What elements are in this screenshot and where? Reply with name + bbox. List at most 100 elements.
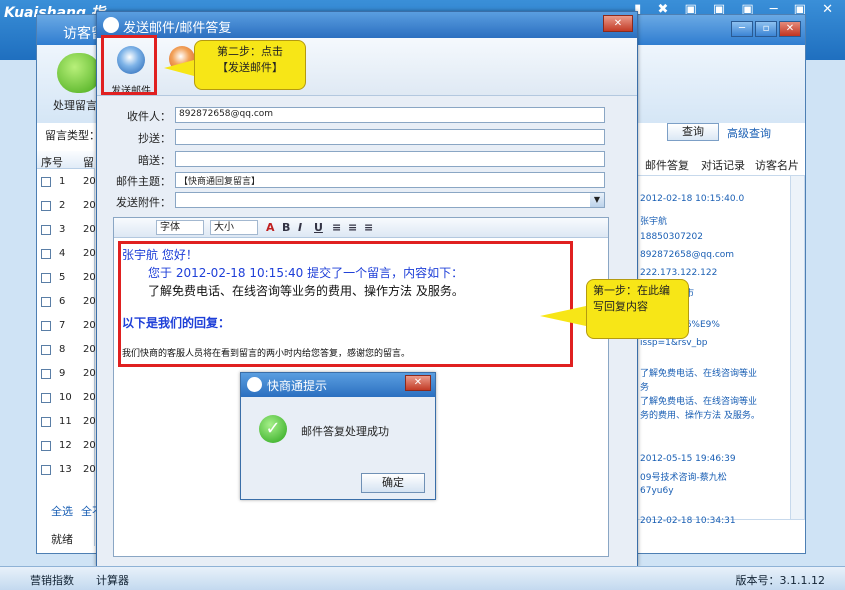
- process-message-icon[interactable]: [57, 53, 101, 93]
- font-select[interactable]: 字体: [156, 220, 204, 235]
- cc-field[interactable]: [175, 129, 605, 145]
- message-list: 序号 留 1 20 2 20 3 20 4 20 5 20 6 20 7 20 8 20 9 20 10 20 11 20…: [37, 151, 96, 546]
- cc-label: 抄送：: [138, 132, 171, 145]
- font-color-icon[interactable]: A: [266, 221, 275, 234]
- underline-icon[interactable]: U: [314, 221, 323, 234]
- maximize-button[interactable]: ▫: [755, 21, 777, 37]
- table-row[interactable]: 10 20: [37, 387, 96, 411]
- table-row[interactable]: 7 20: [37, 315, 96, 339]
- submitted-line: 您于 2012-02-18 10:15:40 提交了一个留言，内容如下：: [148, 266, 464, 280]
- row-number: 2: [59, 200, 66, 211]
- process-message-label[interactable]: 处理留言: [53, 97, 97, 113]
- row-date: 20: [83, 368, 96, 379]
- align-left-icon[interactable]: ≡: [332, 221, 341, 234]
- table-row[interactable]: 2 20: [37, 195, 96, 219]
- row-checkbox[interactable]: [41, 369, 51, 379]
- status-bar: 营销指数 计算器 版本号：3.1.1.12: [0, 566, 845, 590]
- row-number: 4: [59, 248, 66, 259]
- italic-icon[interactable]: I: [298, 221, 302, 234]
- chevron-down-icon[interactable]: ▼: [590, 193, 604, 207]
- size-select[interactable]: 大小: [210, 220, 258, 235]
- to-label: 收件人：: [127, 110, 171, 123]
- minimize-button[interactable]: ─: [731, 21, 753, 37]
- row-date: 20: [83, 224, 96, 235]
- row-checkbox[interactable]: [41, 441, 51, 451]
- detail-line: 09号技术咨询-蔡九松: [640, 473, 727, 483]
- row-number: 12: [59, 440, 72, 451]
- detail-line: 2012-02-18 10:15:40.0: [640, 194, 745, 204]
- reply-header: 以下是我们的回复：: [122, 316, 231, 330]
- table-row[interactable]: 12 20: [37, 435, 96, 459]
- checkmark-icon: ✓: [259, 415, 287, 443]
- row-date: 20: [83, 320, 96, 331]
- row-checkbox[interactable]: [41, 465, 51, 475]
- table-row[interactable]: 8 20: [37, 339, 96, 363]
- detail-scrollbar[interactable]: [790, 176, 804, 519]
- col2-header[interactable]: 留: [83, 154, 94, 170]
- table-row[interactable]: 11 20: [37, 411, 96, 435]
- version-label: 版本号：3.1.1.12: [735, 574, 825, 587]
- main-app-window: Kuaishang 指 ▮ ✖ ▣ ▣ ▣ ─ ▣ ✕ 访客留 ─ ▫ ✕ 处理留言…: [0, 0, 845, 590]
- table-row[interactable]: 6 20: [37, 291, 96, 315]
- row-checkbox[interactable]: [41, 177, 51, 187]
- step2-callout: 第二步：点击 【发送邮件】: [194, 40, 306, 90]
- row-checkbox[interactable]: [41, 273, 51, 283]
- dialog-title: 发送邮件/邮件答复: [97, 12, 637, 38]
- row-checkbox[interactable]: [41, 321, 51, 331]
- row-date: 20: [83, 248, 96, 259]
- subject-field[interactable]: 【快商通回复留言】: [175, 172, 605, 188]
- ok-button[interactable]: 确定: [361, 473, 425, 493]
- row-checkbox[interactable]: [41, 393, 51, 403]
- row-checkbox[interactable]: [41, 225, 51, 235]
- tab-visitor-card[interactable]: 访客名片: [755, 157, 799, 173]
- table-row[interactable]: 9 20: [37, 363, 96, 387]
- row-number: 3: [59, 224, 66, 235]
- row-checkbox[interactable]: [41, 297, 51, 307]
- table-row[interactable]: 5 20: [37, 267, 96, 291]
- success-close-button[interactable]: ✕: [405, 375, 431, 391]
- row-checkbox[interactable]: [41, 249, 51, 259]
- dialog-close-button[interactable]: ✕: [603, 15, 633, 32]
- detail-line: 222.173.122.122: [640, 268, 718, 278]
- detail-tabs: 邮件答复 对话记录 访客名片: [637, 155, 805, 173]
- message-content-line: 了解免费电话、在线咨询等业务的费用、操作方法 及服务。: [148, 284, 464, 298]
- row-number: 6: [59, 296, 66, 307]
- calculator-link[interactable]: 计算器: [96, 572, 129, 588]
- align-center-icon[interactable]: ≡: [348, 221, 357, 234]
- greeting-line: 张宇航 您好！: [122, 248, 198, 262]
- align-right-icon[interactable]: ≡: [364, 221, 373, 234]
- advanced-query-link[interactable]: 高级查询: [727, 125, 771, 141]
- to-field[interactable]: 892872658@qq.com: [175, 107, 605, 123]
- tab-email-reply[interactable]: 邮件答复: [645, 157, 689, 173]
- row-checkbox[interactable]: [41, 417, 51, 427]
- subject-label: 邮件主题：: [116, 175, 171, 188]
- bcc-field[interactable]: [175, 151, 605, 167]
- row-number: 10: [59, 392, 72, 403]
- row-checkbox[interactable]: [41, 201, 51, 211]
- close-button[interactable]: ✕: [779, 21, 801, 37]
- table-row[interactable]: 4 20: [37, 243, 96, 267]
- attach-label: 发送附件：: [116, 196, 171, 209]
- visitor-window-controls: ─ ▫ ✕: [729, 21, 801, 37]
- marketing-index-link[interactable]: 营销指数: [30, 572, 74, 588]
- success-message: 邮件答复处理成功: [301, 425, 389, 438]
- row-number: 7: [59, 320, 66, 331]
- seq-header[interactable]: 序号: [41, 154, 63, 170]
- row-date: 20: [83, 416, 96, 427]
- detail-line: 18850307202: [640, 232, 703, 242]
- row-date: 20: [83, 344, 96, 355]
- table-row[interactable]: 3 20: [37, 219, 96, 243]
- status-ready: 就绪: [51, 533, 73, 546]
- tab-chat-log[interactable]: 对话记录: [701, 157, 745, 173]
- row-checkbox[interactable]: [41, 345, 51, 355]
- table-row[interactable]: 1 20: [37, 171, 96, 195]
- detail-line: 2012-02-18 10:34:31: [640, 516, 736, 526]
- query-button[interactable]: 查询: [667, 123, 719, 141]
- table-row[interactable]: 13 20: [37, 459, 96, 483]
- list-header: 序号 留: [37, 151, 95, 169]
- select-all-link[interactable]: 全选: [51, 503, 73, 519]
- attachment-select[interactable]: ▼: [175, 192, 605, 208]
- detail-line: 务: [640, 383, 650, 393]
- bold-icon[interactable]: B: [282, 221, 290, 234]
- penguin-icon: [247, 377, 262, 392]
